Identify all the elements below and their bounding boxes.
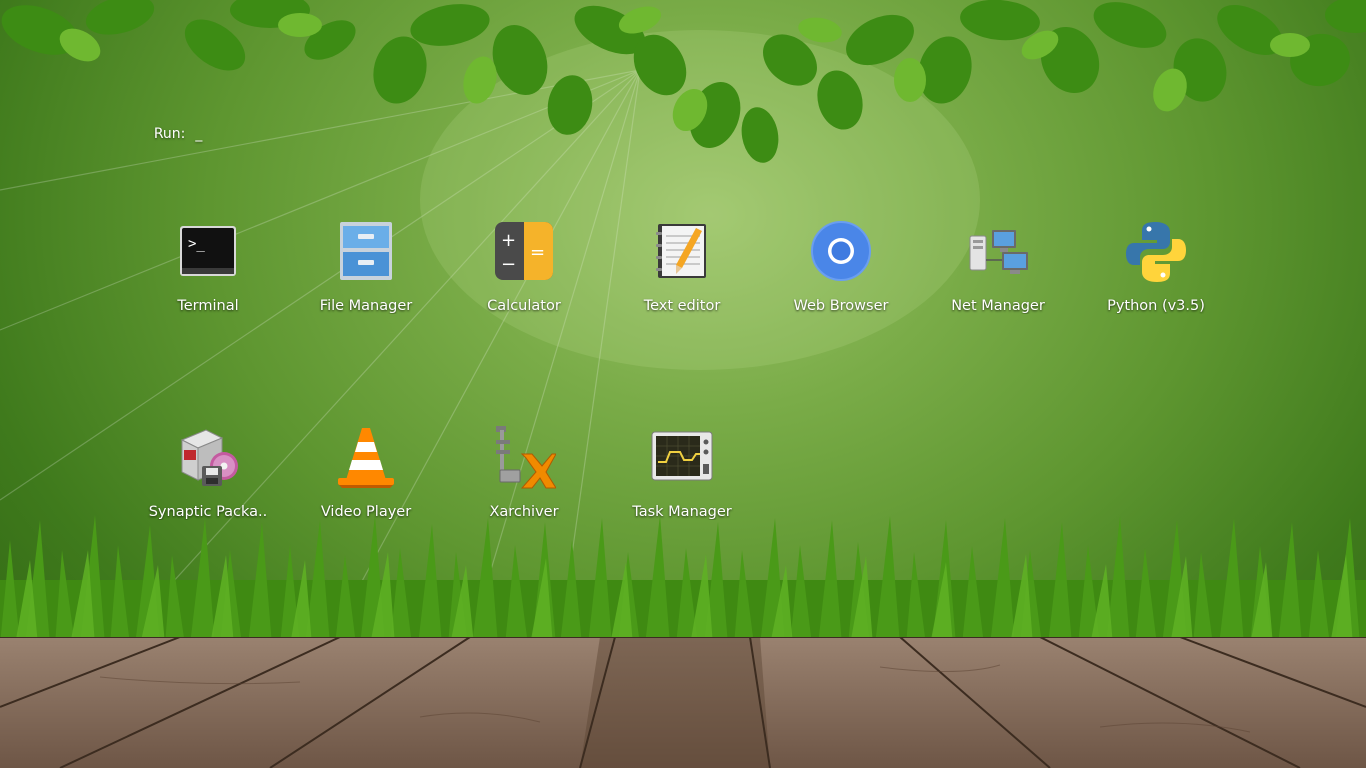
launcher-video-player[interactable]: Video Player [296, 426, 436, 536]
wallpaper-leaves [1, 0, 1366, 163]
launcher-calculator[interactable]: + − = Calculator [454, 220, 594, 330]
archive-clamp-icon [492, 426, 556, 490]
launcher-text-editor[interactable]: Text editor [612, 220, 752, 330]
launcher-task-manager[interactable]: Task Manager [612, 426, 752, 536]
calculator-icon: + − = [492, 220, 556, 284]
launcher-label: Web Browser [793, 298, 889, 314]
launcher-label: Task Manager [632, 504, 732, 520]
notepad-pencil-icon [650, 220, 714, 284]
launcher-label: Python (v3.5) [1107, 298, 1205, 314]
launcher-terminal[interactable]: >_ Terminal [138, 220, 278, 330]
traffic-cone-icon [334, 426, 398, 490]
launcher-python[interactable]: Python (v3.5) [1086, 220, 1226, 330]
launcher-xarchiver[interactable]: Xarchiver [454, 426, 594, 536]
launcher-label: Terminal [177, 298, 239, 314]
system-monitor-icon [650, 426, 714, 490]
svg-text:=: = [530, 242, 545, 263]
svg-text:+: + [501, 230, 516, 251]
desktop: Run: _ >_ Terminal File Manager + − = Ca… [0, 0, 1366, 768]
file-cabinet-icon [334, 220, 398, 284]
launcher-label: Net Manager [951, 298, 1045, 314]
launcher-file-manager[interactable]: File Manager [296, 220, 436, 330]
launcher-label: Video Player [320, 504, 412, 520]
terminal-icon: >_ [176, 220, 240, 284]
python-logo-icon [1124, 220, 1188, 284]
run-label: Run: [153, 126, 186, 142]
launcher-label: Synaptic Packa.. [148, 504, 268, 520]
launcher-label: Xarchiver [489, 504, 559, 520]
chromium-icon [809, 220, 873, 284]
run-prompt[interactable]: Run: _ [136, 110, 203, 158]
launcher-label: File Manager [319, 298, 413, 314]
launcher-label: Text editor [643, 298, 721, 314]
wallpaper-wood-floor [0, 637, 1366, 768]
network-computers-icon [966, 220, 1030, 284]
launcher-web-browser[interactable]: Web Browser [771, 220, 911, 330]
svg-text:−: − [501, 254, 516, 275]
launcher-label: Calculator [487, 298, 561, 314]
launcher-synaptic[interactable]: Synaptic Packa.. [138, 426, 278, 536]
run-input[interactable]: _ [195, 126, 202, 142]
launcher-net-manager[interactable]: Net Manager [928, 220, 1068, 330]
package-box-icon [176, 426, 240, 490]
svg-text:>_: >_ [188, 236, 205, 252]
